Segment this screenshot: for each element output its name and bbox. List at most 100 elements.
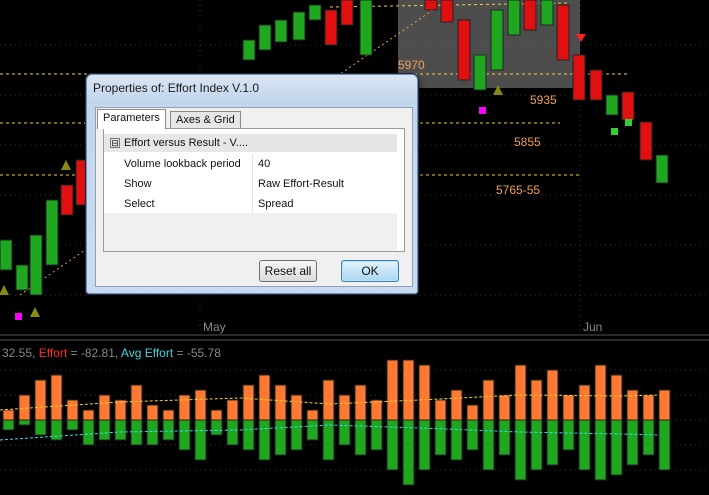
- effort-bar: [610, 374, 623, 421]
- effort-bar: [82, 409, 95, 421]
- effort-bar: [514, 364, 527, 421]
- effort-bar: [178, 394, 191, 421]
- effort-bar: [402, 359, 415, 421]
- effort-bar: [50, 374, 63, 421]
- effort-bar: [146, 404, 159, 421]
- marker-triangle: [30, 307, 40, 317]
- effort-bar: [242, 384, 255, 421]
- property-grid: ⊟ Effort versus Result - V.... Volume loo…: [103, 128, 405, 252]
- tab-axes-grid[interactable]: Axes & Grid: [170, 111, 241, 129]
- legend-effort-value: = -82.81,: [70, 346, 119, 360]
- result-bar: [578, 419, 591, 471]
- price-bar: [473, 54, 487, 91]
- result-bar: [610, 419, 623, 476]
- marker-square: [611, 128, 618, 135]
- marker-square: [625, 119, 632, 126]
- reset-all-button[interactable]: Reset all: [259, 260, 317, 282]
- ok-button[interactable]: OK: [341, 260, 399, 282]
- result-bar: [258, 419, 271, 461]
- price-bar: [605, 94, 619, 116]
- property-row[interactable]: Show Raw Effort-Result: [104, 174, 397, 194]
- tab-parameters[interactable]: Parameters: [97, 109, 166, 129]
- effort-bar: [274, 384, 287, 421]
- effort-bar: [466, 404, 479, 421]
- result-bar: [530, 419, 543, 471]
- result-bar: [210, 419, 223, 436]
- property-category[interactable]: ⊟ Effort versus Result - V....: [104, 134, 397, 152]
- legend-avg-label: Avg Effort: [120, 346, 174, 360]
- result-bar: [594, 419, 607, 481]
- price-level-label: 5765-55: [496, 183, 541, 197]
- effort-bar: [34, 379, 47, 421]
- price-bar: [45, 199, 59, 266]
- result-bar: [562, 419, 575, 451]
- price-level-label: 5855: [514, 135, 541, 149]
- effort-bar: [18, 394, 31, 421]
- result-bar: [98, 419, 111, 441]
- result-bar: [338, 419, 351, 446]
- price-bar: [457, 19, 471, 81]
- price-bar: [292, 11, 306, 41]
- result-bar: [146, 419, 159, 446]
- property-key: Volume lookback period: [124, 158, 241, 170]
- indicator-legend: 32.55, Effort = -82.81, Avg Effort = -55…: [2, 346, 221, 360]
- property-row[interactable]: Select Spread: [104, 194, 397, 214]
- result-bar: [354, 419, 367, 456]
- price-bar: [440, 0, 454, 23]
- property-value[interactable]: 40: [258, 154, 270, 174]
- result-bar: [18, 419, 31, 426]
- result-bar: [434, 419, 447, 456]
- result-bar: [2, 419, 15, 431]
- price-bar: [308, 4, 322, 21]
- result-bar: [370, 419, 383, 451]
- result-bar: [642, 419, 655, 456]
- price-bar: [507, 0, 521, 36]
- result-bar: [546, 419, 559, 466]
- property-row[interactable]: Volume lookback period 40: [104, 154, 397, 174]
- price-bar: [540, 0, 554, 26]
- price-bar: [340, 0, 354, 26]
- effort-bar: [130, 384, 143, 421]
- effort-bar: [226, 399, 239, 421]
- effort-bar: [370, 399, 383, 421]
- price-level-label: 5935: [530, 93, 557, 107]
- legend-effort-label: Effort: [38, 346, 68, 360]
- result-bar: [114, 419, 127, 441]
- result-bar: [34, 419, 47, 436]
- effort-bar: [626, 389, 639, 421]
- price-bar: [424, 0, 438, 11]
- effort-bar: [498, 394, 511, 421]
- price-bar: [0, 239, 13, 271]
- result-bar: [626, 419, 639, 466]
- property-key: Show: [124, 178, 152, 190]
- property-value[interactable]: Spread: [258, 194, 293, 214]
- property-value[interactable]: Raw Effort-Result: [258, 174, 344, 194]
- effort-bar: [258, 374, 271, 421]
- date-axis-label: May: [203, 320, 226, 334]
- price-bar: [29, 234, 43, 296]
- price-bar: [60, 184, 74, 216]
- result-bar: [418, 419, 431, 471]
- result-bar: [306, 419, 319, 441]
- result-bar: [290, 419, 303, 451]
- column-divider: [252, 194, 253, 214]
- price-bar: [655, 154, 669, 184]
- result-bar: [514, 419, 527, 481]
- result-bar: [194, 419, 207, 461]
- collapse-icon[interactable]: ⊟: [110, 138, 120, 149]
- effort-bar: [482, 379, 495, 421]
- price-bar: [639, 121, 653, 161]
- effort-bar: [290, 394, 303, 421]
- result-bar: [498, 419, 511, 456]
- price-bar: [556, 4, 570, 61]
- effort-bar: [450, 389, 463, 421]
- result-bar: [658, 419, 671, 471]
- effort-bar: [162, 409, 175, 421]
- effort-bar: [642, 394, 655, 421]
- effort-bar: [594, 364, 607, 421]
- effort-bar: [2, 409, 15, 421]
- price-level-label: 5970: [398, 58, 425, 72]
- dialog-title: Properties of: Effort Index V.1.0: [93, 81, 260, 95]
- marker-square: [479, 107, 486, 114]
- result-bar: [402, 419, 415, 486]
